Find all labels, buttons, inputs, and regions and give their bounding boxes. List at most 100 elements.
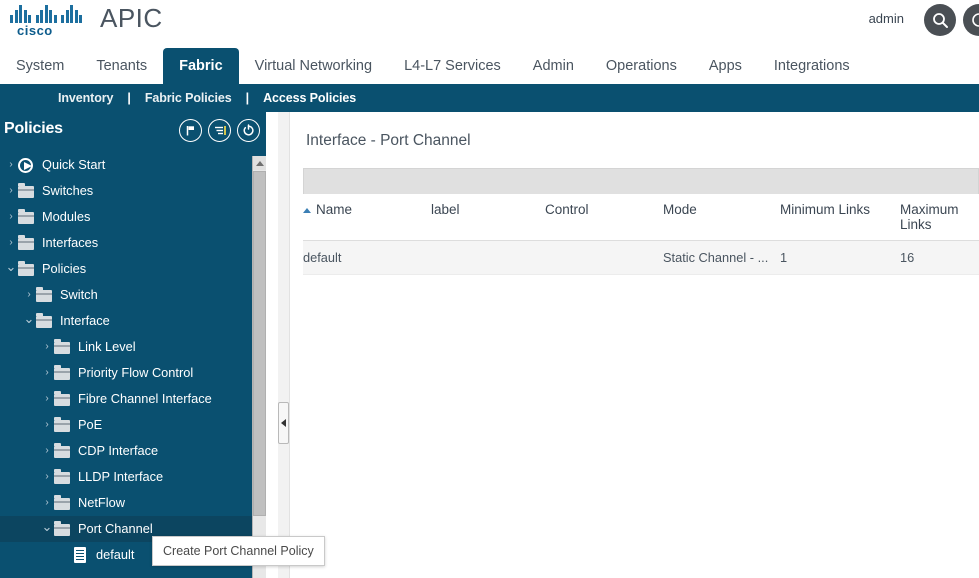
scroll-up-arrow-icon[interactable] <box>253 156 266 170</box>
search-icon[interactable] <box>924 4 956 36</box>
nav-tab-virtual-networking[interactable]: Virtual Networking <box>239 48 388 84</box>
flag-icon[interactable] <box>179 119 202 142</box>
table-container: NamelabelControlMode Minimum LinksMaximum… <box>303 168 979 275</box>
nav-tab-tenants[interactable]: Tenants <box>80 48 163 84</box>
table-header-label: Mode <box>663 202 697 217</box>
chevron-right-icon[interactable]: › <box>40 420 54 430</box>
chevron-right-icon[interactable]: › <box>40 394 54 404</box>
splitter-collapse-handle[interactable] <box>278 402 289 444</box>
sub-navigation: Inventory|Fabric Policies|Access Policie… <box>0 84 979 112</box>
context-menu[interactable]: Create Port Channel Policy <box>152 536 325 566</box>
tree-item-label: NetFlow <box>78 497 125 510</box>
table-header-mode[interactable]: Mode <box>663 194 780 241</box>
table-header-minimum-links[interactable]: Minimum Links <box>780 194 900 241</box>
tree-item-switches[interactable]: ›Switches <box>0 178 266 204</box>
quick-start-icon <box>18 158 36 172</box>
main-navigation: System Tenants Fabric Virtual Networking L4-… <box>0 48 979 84</box>
table-cell-minimum-links: 1 <box>780 241 900 275</box>
tree-item-label: Port Channel <box>78 523 153 536</box>
subnav-item-access-policies[interactable]: Access Policies <box>257 91 362 105</box>
nav-tab-integrations[interactable]: Integrations <box>758 48 866 84</box>
nav-tab-admin[interactable]: Admin <box>517 48 590 84</box>
tree-item-modules[interactable]: ›Modules <box>0 204 266 230</box>
chevron-right-icon[interactable]: › <box>40 368 54 378</box>
context-menu-item-create-port-channel-policy[interactable]: Create Port Channel Policy <box>163 544 314 558</box>
nav-tab-l4-l7-services[interactable]: L4-L7 Services <box>388 48 517 84</box>
table-header-name[interactable]: Name <box>303 194 431 241</box>
subnav-item-fabric-policies[interactable]: Fabric Policies <box>139 91 238 105</box>
chevron-right-icon[interactable]: › <box>4 238 18 248</box>
folder-icon <box>18 184 36 198</box>
tree-item-policies[interactable]: ⌄ Policies <box>0 256 266 282</box>
tree-item-label: Priority Flow Control <box>78 367 193 380</box>
folder-icon <box>54 392 72 406</box>
nav-tab-system[interactable]: System <box>0 48 80 84</box>
tree-item-switch[interactable]: ›Switch <box>0 282 266 308</box>
nav-tab-operations[interactable]: Operations <box>590 48 693 84</box>
tree-item-cdp-interface[interactable]: › CDP Interface <box>0 438 266 464</box>
tree-item-label: PoE <box>78 419 102 432</box>
nav-tab-label: Operations <box>606 58 677 74</box>
chevron-down-icon[interactable]: ⌄ <box>40 520 54 533</box>
tree-item-lldp-interface[interactable]: ›LLDP Interface <box>0 464 266 490</box>
tree-item-netflow[interactable]: › NetFlow <box>0 490 266 516</box>
user-label[interactable]: admin <box>869 11 904 26</box>
tree-item-poe[interactable]: › PoE <box>0 412 266 438</box>
document-icon <box>72 548 90 562</box>
nav-tab-label: Apps <box>709 58 742 74</box>
apic-app-window: cisco APIC admin SystemTenantsFabricVirt… <box>0 0 979 578</box>
tree-item-label: Policies <box>42 263 86 276</box>
tree-item-quick-start[interactable]: ›Quick Start <box>0 152 266 178</box>
chevron-right-icon[interactable]: › <box>4 212 18 222</box>
nav-tab-label: L4-L7 Services <box>404 58 501 74</box>
tree-item-label: Interface <box>60 315 110 328</box>
chevron-down-icon[interactable]: ⌄ <box>4 260 18 273</box>
chevron-right-icon[interactable]: › <box>40 472 54 482</box>
nav-tab-label: System <box>16 58 64 74</box>
table-header-label: Maximum Links <box>900 202 959 232</box>
policy-tree: ›Quick Start›Switches›Modules›Interfaces… <box>0 152 266 578</box>
folder-icon <box>54 496 72 510</box>
chevron-right-icon[interactable]: › <box>40 446 54 456</box>
chevron-right-icon[interactable]: › <box>4 186 18 196</box>
tree-item-interfaces[interactable]: › Interfaces <box>0 230 266 256</box>
chevron-right-icon[interactable]: › <box>22 290 36 300</box>
table-cell-mode: Static Channel - ... <box>663 241 780 275</box>
refresh-icon[interactable] <box>237 119 260 142</box>
table-header-label[interactable]: label <box>431 194 545 241</box>
folder-icon <box>54 522 72 536</box>
nav-tab-apps[interactable]: Apps <box>693 48 758 84</box>
chevron-right-icon[interactable]: › <box>40 498 54 508</box>
tree-item-label: CDP Interface <box>78 445 158 458</box>
nav-tab-label: Virtual Networking <box>255 58 372 74</box>
nav-tab-fabric[interactable]: Fabric <box>163 48 239 84</box>
list-filter-icon[interactable] <box>208 119 231 142</box>
folder-icon <box>54 340 72 354</box>
tree-item-interface[interactable]: ⌄ Interface <box>0 308 266 334</box>
folder-icon <box>18 236 36 250</box>
chevron-down-icon[interactable]: ⌄ <box>22 312 36 325</box>
subnav-separator: | <box>119 91 139 105</box>
chevron-right-icon[interactable]: › <box>4 160 18 170</box>
scrollbar-thumb[interactable] <box>253 171 266 516</box>
table-header-maximum-links[interactable]: Maximum Links <box>900 194 979 241</box>
cisco-logo[interactable]: cisco <box>10 3 78 43</box>
chevron-right-icon[interactable]: › <box>40 342 54 352</box>
tree-item-link-level[interactable]: ›Link Level <box>0 334 266 360</box>
folder-icon <box>36 314 54 328</box>
sidebar-scrollbar[interactable] <box>252 156 266 578</box>
tree-item-label: Interfaces <box>42 237 98 250</box>
help-icon[interactable] <box>963 4 979 36</box>
tree-item-fibre-channel-interface[interactable]: ›Fibre Channel Interface <box>0 386 266 412</box>
nav-tab-label: Tenants <box>96 58 147 74</box>
nav-tab-label: Admin <box>533 58 574 74</box>
page-title: Interface - Port Channel <box>306 132 471 150</box>
table-toolbar[interactable] <box>303 168 979 194</box>
table-row[interactable]: defaultStatic Channel - ...116 <box>303 241 979 275</box>
table-cell-control <box>545 241 663 275</box>
panel-splitter[interactable] <box>278 112 290 578</box>
tree-item-priority-flow-control[interactable]: › Priority Flow Control <box>0 360 266 386</box>
table-header-control[interactable]: Control <box>545 194 663 241</box>
folder-icon <box>18 262 36 276</box>
subnav-item-inventory[interactable]: Inventory <box>52 91 119 105</box>
